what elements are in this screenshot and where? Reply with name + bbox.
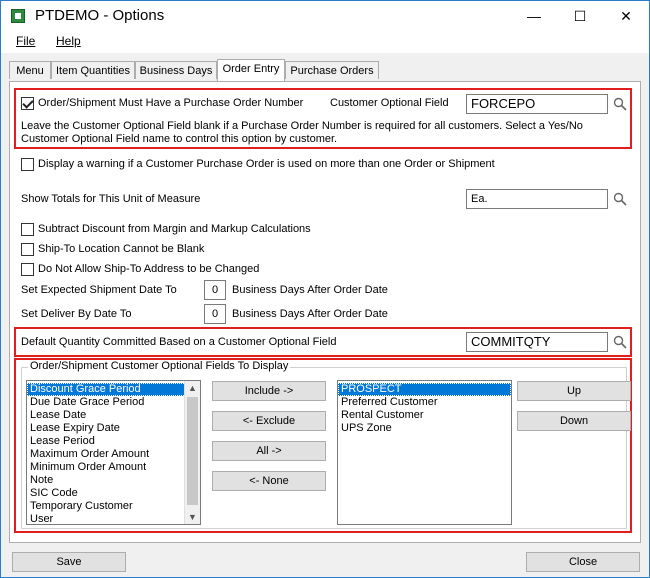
show-totals-label: Show Totals for This Unit of Measure <box>21 193 201 205</box>
deliver-by-label: Set Deliver By Date To <box>21 308 132 320</box>
maximize-button[interactable]: ☐ <box>557 1 603 31</box>
show-totals-input[interactable]: Ea. <box>466 189 608 209</box>
search-icon[interactable] <box>613 192 627 206</box>
list-item[interactable]: PROSPECT <box>338 383 511 396</box>
expected-ship-days-input[interactable]: 0 <box>204 280 226 300</box>
shipto-not-blank-checkbox[interactable] <box>21 243 34 256</box>
tab-menu[interactable]: Menu <box>9 61 51 79</box>
close-window-button[interactable]: ✕ <box>603 1 649 31</box>
options-window: PTDEMO - Options — ☐ ✕ File Help Menu It… <box>0 0 650 578</box>
tab-purchase-orders[interactable]: Purchase Orders <box>285 61 379 79</box>
po-required-checkbox[interactable] <box>21 97 34 110</box>
list-item[interactable]: Preferred Customer <box>338 396 511 409</box>
close-button[interactable]: Close <box>526 552 640 572</box>
subtract-discount-label: Subtract Discount from Margin and Markup… <box>38 223 311 235</box>
list-item[interactable]: Lease Expiry Date <box>27 422 200 435</box>
scrollbar[interactable]: ▲ ▼ <box>184 381 200 524</box>
down-button[interactable]: Down <box>517 411 631 431</box>
menu-help[interactable]: Help <box>56 34 81 48</box>
all-button[interactable]: All -> <box>212 441 326 461</box>
scroll-down-icon[interactable]: ▼ <box>188 512 197 522</box>
po-required-label: Order/Shipment Must Have a Purchase Orde… <box>38 97 304 109</box>
menu-file[interactable]: File <box>16 34 35 48</box>
search-icon[interactable] <box>613 97 627 111</box>
list-item[interactable]: UPS Zone <box>338 422 511 435</box>
expected-ship-suffix: Business Days After Order Date <box>232 284 388 296</box>
subtract-discount-checkbox[interactable] <box>21 223 34 236</box>
list-item[interactable]: Temporary Customer <box>27 500 200 513</box>
default-qty-input[interactable]: COMMITQTY <box>466 332 608 352</box>
exclude-button[interactable]: <- Exclude <box>212 411 326 431</box>
warn-duplicate-po-label: Display a warning if a Customer Purchase… <box>38 158 495 170</box>
tab-order-entry[interactable]: Order Entry <box>217 59 285 81</box>
list-item[interactable]: Lease Date <box>27 409 200 422</box>
list-item[interactable]: Note <box>27 474 200 487</box>
include-button[interactable]: Include -> <box>212 381 326 401</box>
list-item[interactable]: Maximum Order Amount <box>27 448 200 461</box>
default-qty-label: Default Quantity Committed Based on a Cu… <box>21 336 337 348</box>
shipto-not-blank-label: Ship-To Location Cannot be Blank <box>38 243 205 255</box>
tab-item-quantities[interactable]: Item Quantities <box>51 61 135 79</box>
none-button[interactable]: <- None <box>212 471 326 491</box>
no-shipto-change-checkbox[interactable] <box>21 263 34 276</box>
list-item[interactable]: Minimum Order Amount <box>27 461 200 474</box>
customer-optional-field-input[interactable]: FORCEPO <box>466 94 608 114</box>
no-shipto-change-label: Do Not Allow Ship-To Address to be Chang… <box>38 263 260 275</box>
save-button[interactable]: Save <box>12 552 126 572</box>
selected-fields-list[interactable]: PROSPECT Preferred Customer Rental Custome… <box>337 380 512 525</box>
app-icon <box>11 9 25 23</box>
list-item[interactable]: User <box>27 513 200 524</box>
available-fields-list[interactable]: Discount Grace Period Due Date Grace Peri… <box>26 380 201 525</box>
search-icon[interactable] <box>613 335 627 349</box>
customer-optional-field-label: Customer Optional Field <box>330 97 449 109</box>
deliver-by-suffix: Business Days After Order Date <box>232 308 388 320</box>
menu-bar: File Help <box>1 31 649 53</box>
expected-ship-label: Set Expected Shipment Date To <box>21 284 177 296</box>
deliver-by-days-input[interactable]: 0 <box>204 304 226 324</box>
tab-business-days[interactable]: Business Days <box>135 61 217 79</box>
minimize-button[interactable]: — <box>511 1 557 31</box>
warn-duplicate-po-checkbox[interactable] <box>21 158 34 171</box>
window-title: PTDEMO - Options <box>35 7 165 24</box>
scroll-thumb[interactable] <box>187 397 198 505</box>
scroll-up-icon[interactable]: ▲ <box>188 383 197 393</box>
list-item[interactable]: SIC Code <box>27 487 200 500</box>
list-item[interactable]: Due Date Grace Period <box>27 396 200 409</box>
list-item[interactable]: Discount Grace Period <box>27 383 200 396</box>
list-item[interactable]: Rental Customer <box>338 409 511 422</box>
up-button[interactable]: Up <box>517 381 631 401</box>
title-bar: PTDEMO - Options — ☐ ✕ <box>1 1 649 31</box>
list-item[interactable]: Lease Period <box>27 435 200 448</box>
fields-group-label: Order/Shipment Customer Optional Fields … <box>28 360 291 372</box>
po-help-text: Leave the Customer Optional Field blank … <box>21 120 583 145</box>
